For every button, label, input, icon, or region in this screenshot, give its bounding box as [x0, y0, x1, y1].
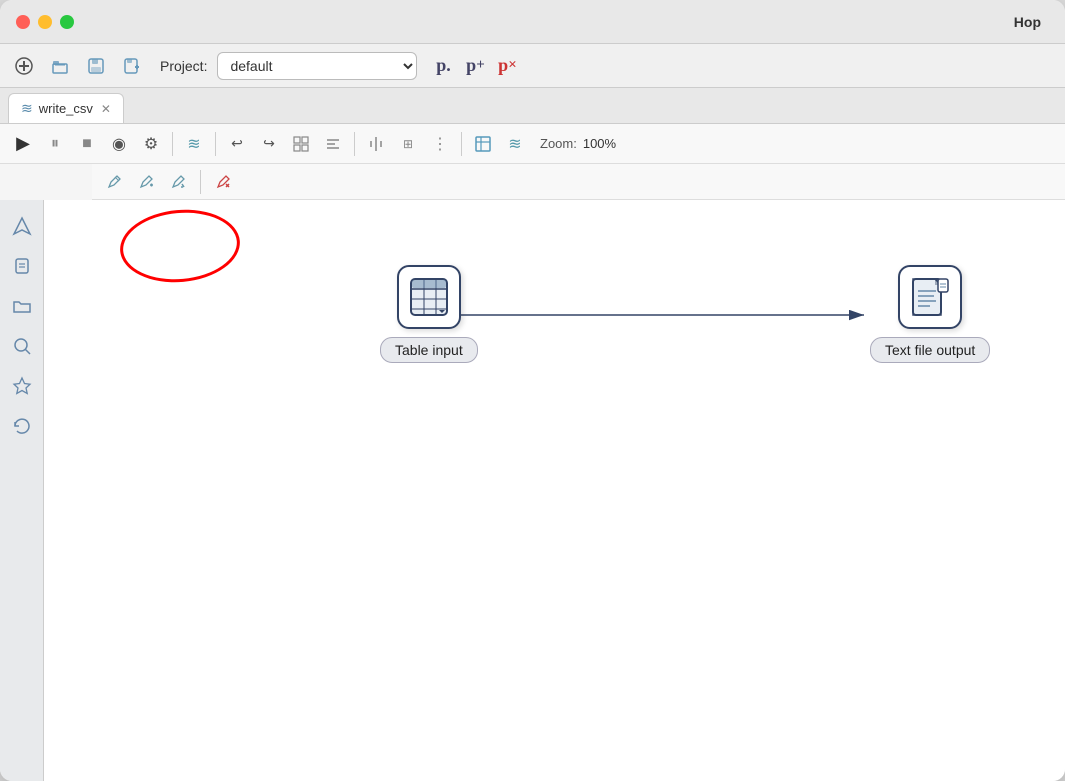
tabs-bar: ≋ write_csv ✕: [0, 88, 1065, 124]
stop-button[interactable]: ■: [72, 129, 102, 159]
sidebar-history-button[interactable]: [4, 408, 40, 444]
minimize-button[interactable]: [38, 15, 52, 29]
toolbar3-separator: [200, 170, 201, 194]
debug-button[interactable]: ⚙: [136, 129, 166, 159]
main-toolbar: Project: default p. p+ p×: [0, 44, 1065, 88]
table-input-node[interactable]: Table input: [380, 265, 478, 363]
toolbar-separator-1: [172, 132, 173, 156]
nodes-button[interactable]: ⊞: [393, 129, 423, 159]
p-buttons: p. p+ p×: [429, 52, 521, 80]
window-controls: [16, 15, 74, 29]
pipeline-canvas[interactable]: Table input: [44, 200, 1065, 781]
grid-button[interactable]: [286, 129, 316, 159]
tab-write-csv[interactable]: ≋ write_csv ✕: [8, 93, 124, 123]
tab-close-button[interactable]: ✕: [101, 102, 111, 116]
preview-button[interactable]: ◉: [104, 129, 134, 159]
sidebar-search-button[interactable]: [4, 328, 40, 364]
zoom-value: 100%: [583, 136, 616, 151]
add-note-button[interactable]: [132, 168, 160, 196]
pencil-icon: [106, 174, 122, 190]
p2-button[interactable]: p+: [461, 52, 489, 80]
open-button[interactable]: [44, 50, 76, 82]
tab-label: write_csv: [39, 101, 93, 116]
search-icon: [12, 336, 32, 356]
p3-button[interactable]: p×: [493, 52, 521, 80]
toolbar-separator-2: [215, 132, 216, 156]
plus-icon: [15, 57, 33, 75]
pause-button[interactable]: ⏸: [40, 129, 70, 159]
save-button[interactable]: [80, 50, 112, 82]
pencil-x-icon: [215, 174, 231, 190]
annotation-toolbar: [92, 164, 1065, 200]
align-button[interactable]: [318, 129, 348, 159]
redo-button[interactable]: ↪: [254, 129, 284, 159]
pipeline-toolbar: ▶ ⏸ ■ ◉ ⚙ ≋ ↩ ↪: [0, 124, 1065, 164]
text-file-output-node[interactable]: Text file output: [870, 265, 990, 363]
layout-button[interactable]: [468, 129, 498, 159]
move-down-button[interactable]: [164, 168, 192, 196]
undo-button[interactable]: ↩: [222, 129, 252, 159]
project-label: Project:: [160, 58, 207, 74]
delete-note-button[interactable]: [209, 168, 237, 196]
pencil-plus-icon: [138, 174, 154, 190]
close-button[interactable]: [16, 15, 30, 29]
saveas-icon: [123, 57, 141, 75]
sidebar: [0, 200, 44, 781]
files-icon: [12, 256, 32, 276]
text-file-output-icon: [910, 277, 950, 317]
toolbar-separator-4: [461, 132, 462, 156]
sidebar-folder-button[interactable]: [4, 288, 40, 324]
maximize-button[interactable]: [60, 15, 74, 29]
favorites-icon: [12, 376, 32, 396]
app-window: Hop: [0, 0, 1065, 781]
history-icon: [12, 416, 32, 436]
sidebar-files-button[interactable]: [4, 248, 40, 284]
table-input-box[interactable]: [397, 265, 461, 329]
toolbar-separator-3: [354, 132, 355, 156]
dots-button[interactable]: ⋮: [425, 129, 455, 159]
sidebar-favorites-button[interactable]: [4, 368, 40, 404]
sidebar-navigate-button[interactable]: [4, 208, 40, 244]
table-input-icon: [409, 277, 449, 317]
new-button[interactable]: [8, 50, 40, 82]
title-bar: Hop: [0, 0, 1065, 44]
distribute-icon: [368, 136, 384, 152]
folder-icon: [12, 296, 32, 316]
align-icon: [325, 136, 341, 152]
save-icon: [87, 57, 105, 75]
run-pause-annotation: [117, 205, 243, 287]
distribute-button[interactable]: [361, 129, 391, 159]
select-tool-button[interactable]: [100, 168, 128, 196]
tab-icon: ≋: [21, 100, 33, 117]
main-area: Table input: [0, 200, 1065, 781]
wave-button[interactable]: ≋: [179, 129, 209, 159]
pencil-down-icon: [170, 174, 186, 190]
navigate-icon: [12, 216, 32, 236]
p1-button[interactable]: p.: [429, 52, 457, 80]
run-button[interactable]: ▶: [8, 129, 38, 159]
text-file-output-box[interactable]: [898, 265, 962, 329]
saveas-button[interactable]: [116, 50, 148, 82]
waves-button[interactable]: ≋: [500, 129, 530, 159]
zoom-label: Zoom:: [540, 136, 577, 151]
open-icon: [51, 57, 69, 75]
table-input-label: Table input: [380, 337, 478, 363]
text-file-output-label: Text file output: [870, 337, 990, 363]
project-select[interactable]: default: [217, 52, 417, 80]
layout-icon: [475, 136, 491, 152]
grid-icon: [293, 136, 309, 152]
app-title: Hop: [90, 14, 1049, 30]
